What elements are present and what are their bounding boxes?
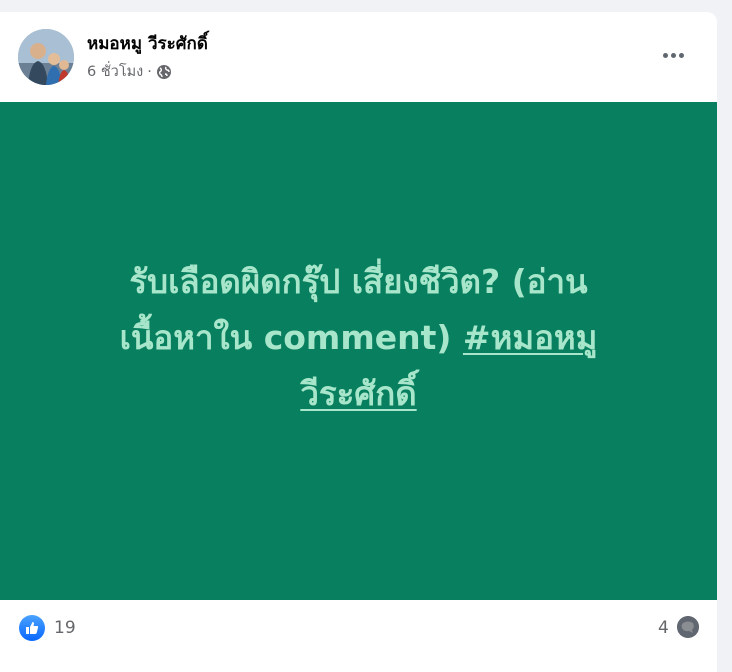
author-name[interactable]: หมอหมู วีระศักดิ์ [87,30,208,57]
post-header: หมอหมู วีระศักดิ์ 6 ชั่วโมง · [0,12,717,102]
comment-count[interactable]: 4 [658,618,669,638]
post-banner[interactable]: รับเลือดผิดกรุ๊ป เสี่ยงชีวิต? (อ่าน เนื้… [0,102,717,600]
meta-separator: · [147,63,152,80]
globe-icon [156,64,172,80]
post-meta: 6 ชั่วโมง · [87,60,172,83]
like-icon[interactable] [19,615,45,641]
post-time[interactable]: 6 ชั่วโมง [87,60,143,83]
like-count[interactable]: 19 [54,618,76,638]
banner-line-2: เนื้อหาใน comment) [119,318,463,357]
author-avatar[interactable] [18,29,74,85]
banner-line-1: รับเลือดผิดกรุ๊ป เสี่ยงชีวิต? (อ่าน [129,262,588,301]
banner-text: รับเลือดผิดกรุ๊ป เสี่ยงชีวิต? (อ่าน เนื้… [39,254,679,422]
post-card: หมอหมู วีระศักดิ์ 6 ชั่วโมง · รับเลือดผิ… [0,12,717,672]
comment-icon[interactable] [677,616,699,638]
hashtag-link[interactable]: #หมอหมู [463,318,597,357]
hashtag-link-continued[interactable]: วีระศักดิ์ [300,374,416,413]
reactions-bar: 19 4 [0,600,717,656]
more-options-icon[interactable] [655,40,691,70]
avatar-image [18,29,74,85]
